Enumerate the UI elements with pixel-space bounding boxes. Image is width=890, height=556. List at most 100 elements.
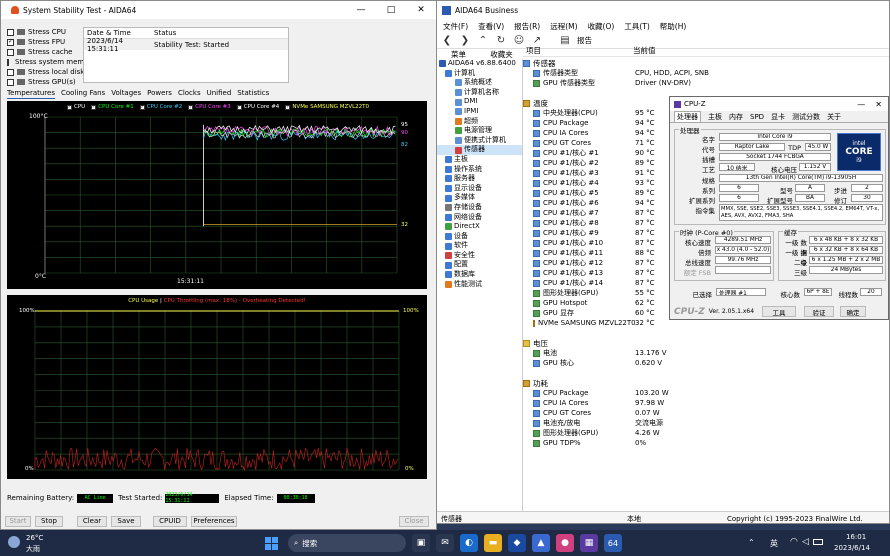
tree-item-power[interactable]: 电源管理 (437, 126, 522, 136)
cpuz-tab-about[interactable]: 关于 (827, 112, 841, 122)
tree-item-software[interactable]: 软件 (437, 241, 522, 251)
aida64-task-icon[interactable]: 64 (604, 534, 622, 552)
tree-item-sensors[interactable]: 传感器 (437, 145, 522, 155)
list-item[interactable]: GPU TDP% 0% (533, 438, 889, 448)
tree-item-overclock[interactable]: 超频 (437, 117, 522, 127)
maximize-button[interactable]: □ (376, 5, 406, 15)
tree-item-ipmi[interactable]: IPMI (437, 107, 522, 117)
processor-select[interactable]: 处理器 #1 (716, 288, 766, 296)
list-item[interactable]: GPU 传感器类型 Driver (NV-DRV) (533, 78, 889, 88)
save-button[interactable]: Save (111, 515, 141, 527)
tree-item-motherboard[interactable]: 主板 (437, 155, 522, 165)
ime-indicator[interactable]: 英 (770, 538, 778, 549)
cpuz-tab-spd[interactable]: SPD (750, 113, 764, 121)
cpuz-close-button[interactable]: ✕ (875, 100, 882, 109)
tree-item-display[interactable]: 显示设备 (437, 184, 522, 194)
tree-item-directx[interactable]: DirectX (437, 222, 522, 232)
stress-fpu-checkbox[interactable]: ✓ Stress FPU (7, 38, 65, 46)
tab-voltages[interactable]: Voltages (111, 89, 141, 99)
app2-icon[interactable]: ● (556, 534, 574, 552)
cpuz-tab-graphics[interactable]: 显卡 (771, 112, 785, 122)
tree-item-multimedia[interactable]: 多媒体 (437, 193, 522, 203)
col-value[interactable]: 当前值 (633, 45, 656, 56)
file-explorer-icon[interactable]: ▬ (484, 534, 502, 552)
start-button[interactable]: Start (5, 515, 31, 527)
menu-favorites[interactable]: 收藏(O) (588, 21, 615, 32)
start-icon[interactable] (262, 534, 280, 552)
close-test-button[interactable]: Close (399, 515, 429, 527)
legend-item[interactable]: ✓ NVMe SAMSUNG MZVL22T0 (285, 104, 369, 110)
cpuz-tab-bench[interactable]: 测试分数 (792, 112, 820, 122)
col-item[interactable]: 项目 (523, 45, 633, 56)
cpuid-button[interactable]: CPUID (153, 515, 187, 527)
stop-button[interactable]: Stop (35, 515, 63, 527)
tree-item-summary[interactable]: 系统概述 (437, 78, 522, 88)
tab-clocks[interactable]: Clocks (178, 89, 201, 99)
app-icon[interactable]: ▲ (532, 534, 550, 552)
edge-icon[interactable]: ◐ (460, 534, 478, 552)
legend-item[interactable]: ✓ CPU Core #3 (188, 104, 231, 110)
menu-report[interactable]: 报告(R) (514, 21, 540, 32)
cpuz-minimize-button[interactable]: — (857, 100, 865, 109)
wifi-icon[interactable]: ◠ (790, 537, 798, 547)
tree-item-server[interactable]: 服务器 (437, 174, 522, 184)
tree-item-devices[interactable]: 设备 (437, 232, 522, 242)
tab-statistics[interactable]: Statistics (237, 89, 269, 99)
stress-cpu-checkbox[interactable]: Stress CPU (7, 28, 66, 36)
cpuz-tab-memory[interactable]: 内存 (729, 112, 743, 122)
task-view-icon[interactable]: ▣ (412, 534, 430, 552)
checkbox-box[interactable] (7, 48, 14, 56)
weather-icon[interactable] (8, 536, 20, 548)
checkbox-box[interactable] (7, 68, 14, 76)
cpuz-task-icon[interactable]: ▦ (580, 534, 598, 552)
list-item[interactable]: 电池充/放电 交流电源 (533, 418, 889, 428)
list-item[interactable]: CPU GT Cores 0.07 W (533, 408, 889, 418)
weather-desc[interactable]: 大雨 (26, 544, 40, 554)
menu-remote[interactable]: 远程(M) (550, 21, 577, 32)
legend-checkbox[interactable]: ✓ (139, 104, 145, 110)
menu-tools[interactable]: 工具(T) (624, 21, 649, 32)
tray-chevron-icon[interactable]: ⌃ (748, 538, 755, 547)
taskbar-search[interactable]: ⌕ 搜索 (288, 534, 406, 552)
menu-help[interactable]: 帮助(H) (660, 21, 687, 32)
minimize-button[interactable]: — (346, 5, 376, 15)
legend-item[interactable]: ✓ CPU Core #4 (236, 104, 279, 110)
clock-time[interactable]: 16:01 (846, 533, 866, 541)
up-icon[interactable]: ⌃ (477, 35, 489, 47)
table-row[interactable]: 2023/6/14 15:31:11 Stability Test: Starte… (84, 37, 288, 53)
battery-icon[interactable] (813, 539, 823, 545)
store-icon[interactable]: ◆ (508, 534, 526, 552)
legend-checkbox[interactable]: ✓ (188, 104, 194, 110)
stress-cache-checkbox[interactable]: Stress cache (7, 48, 72, 56)
cpuz-tab-mainboard[interactable]: 主板 (708, 112, 722, 122)
tab-powers[interactable]: Powers (147, 89, 172, 99)
stress-gpu-checkbox[interactable]: Stress GPU(s) (7, 78, 76, 86)
legend-item[interactable]: ✓ CPU Core #2 (139, 104, 182, 110)
tree-item-computer[interactable]: 计算机 (437, 69, 522, 79)
tree-item-computer-name[interactable]: 计算机名称 (437, 88, 522, 98)
list-item[interactable]: CPU IA Cores 97.98 W (533, 398, 889, 408)
checkbox-box[interactable] (7, 28, 14, 36)
refresh-icon[interactable]: ↻ (495, 35, 507, 47)
tree-item-security[interactable]: 安全性 (437, 251, 522, 261)
tab-menu[interactable]: 菜单 (437, 49, 480, 59)
tree-item-database[interactable]: 数据库 (437, 270, 522, 280)
close-button[interactable]: ✕ (406, 5, 436, 15)
legend-checkbox[interactable]: ✓ (67, 104, 72, 110)
cpuz-tab-cpu[interactable]: 处理器 (674, 111, 701, 122)
tree-item-os[interactable]: 操作系统 (437, 165, 522, 175)
legend-item[interactable]: ✓ CPU (67, 104, 85, 110)
clock-date[interactable]: 2023/6/14 (834, 544, 870, 552)
list-item[interactable]: 图形处理器(GPU) 4.26 W (533, 428, 889, 438)
checkbox-box[interactable] (7, 78, 14, 86)
list-item[interactable]: 电池 13.176 V (533, 348, 889, 358)
legend-checkbox[interactable]: ✓ (91, 104, 97, 110)
legend-checkbox[interactable]: ✓ (236, 104, 242, 110)
back-icon[interactable]: ❮ (441, 35, 453, 47)
weather-temp[interactable]: 26°C (26, 534, 43, 542)
list-item[interactable]: 传感器类型 CPU, HDD, ACPI, SNB (533, 68, 889, 78)
preferences-button[interactable]: Preferences (191, 515, 237, 527)
forward-icon[interactable]: ❯ (459, 35, 471, 47)
stress-memory-checkbox[interactable]: Stress system memory (7, 58, 83, 66)
menu-file[interactable]: 文件(F) (443, 21, 468, 32)
